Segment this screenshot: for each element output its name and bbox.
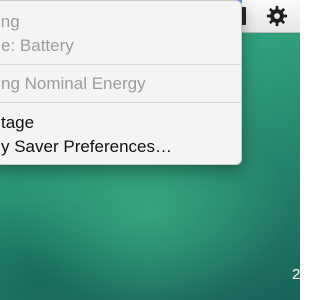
menu-item-status: ing [0,12,20,31]
gear-icon [266,5,288,27]
menu-item-power-source: e: Battery [1,36,74,55]
menu-item-show-percentage[interactable]: tage [1,112,34,134]
menu-item-energy-saver-preferences[interactable]: y Saver Preferences… [1,136,172,158]
gear-button[interactable] [258,2,296,30]
battery-dropdown-menu: ing e: Battery ng Nominal Energy tage y … [0,0,242,165]
menu-separator [0,64,241,65]
desktop-clock-fragment: 2 [292,266,301,283]
menu-item-energy-usage: ng Nominal Energy [1,74,146,93]
menu-separator [0,102,241,103]
